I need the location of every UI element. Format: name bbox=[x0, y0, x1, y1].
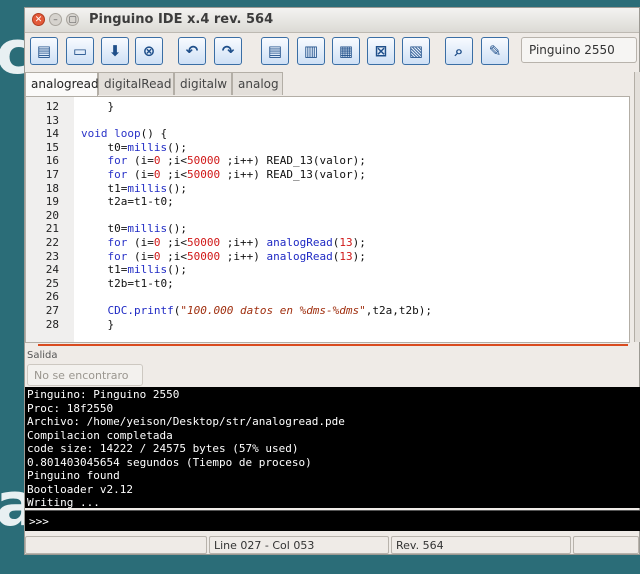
console-line: 0.801403045654 segundos (Tiempo de proce… bbox=[27, 455, 312, 469]
line-number: 28 bbox=[45, 317, 59, 331]
output-filter-combo[interactable]: No se encontraro bbox=[27, 364, 143, 386]
line-number: 15 bbox=[45, 140, 59, 154]
replace-icon[interactable]: ✎ bbox=[481, 37, 509, 65]
maximize-window-icon[interactable]: ▢ bbox=[66, 13, 79, 26]
undo-icon[interactable]: ↶ bbox=[178, 37, 206, 65]
file-tabs: analogread digitalRead digitalw analog bbox=[25, 72, 283, 97]
close-window-icon[interactable]: ✕ bbox=[32, 13, 45, 26]
ide-window: ✕ – ▢ Pinguino IDE x.4 rev. 564 ▤ ▭ ⬇ ⊗ … bbox=[24, 7, 640, 555]
code-line: for (i=0 ;i<50000 ;i++) READ_13(valor); bbox=[107, 168, 366, 181]
line-number: 24 bbox=[45, 263, 59, 277]
redo-icon[interactable]: ↷ bbox=[214, 37, 242, 65]
line-number: 23 bbox=[45, 249, 59, 263]
output-panel-title: Salida bbox=[27, 350, 58, 361]
output-console: Pinguino: Pinguino 2550 Proc: 18f2550 Ar… bbox=[25, 387, 640, 509]
console-line: Bootloader v2.12 bbox=[27, 482, 133, 496]
cut-icon[interactable]: ▤ bbox=[261, 37, 289, 65]
console-line: Pinguino found bbox=[27, 469, 120, 482]
code-line: void loop() { bbox=[81, 127, 168, 141]
code-line: t0=millis(); bbox=[81, 222, 187, 236]
status-bar: Line 027 - Col 053 Rev. 564 bbox=[25, 534, 640, 555]
code-line: t2a=t1-t0; bbox=[81, 195, 174, 209]
title-bar: ✕ – ▢ Pinguino IDE x.4 rev. 564 bbox=[25, 8, 639, 33]
code-editor[interactable]: 12 } 13 14 void loop() { 15 t0=millis(); … bbox=[25, 96, 630, 343]
console-line: Archivo: /home/yeison/Desktop/str/analog… bbox=[27, 415, 345, 428]
line-number: 17 bbox=[45, 168, 59, 181]
tab-analogread[interactable]: analogread bbox=[25, 72, 99, 97]
toolbar: ▤ ▭ ⬇ ⊗ ↶ ↷ ▤ ▥ ▦ ⊠ ▧ ⌕ ✎ Pinguino 2550 bbox=[25, 32, 639, 72]
side-panel bbox=[634, 72, 640, 342]
board-selector[interactable]: Pinguino 2550 bbox=[521, 37, 637, 63]
code-line: for (i=0 ;i<50000 ;i++) analogRead(13); bbox=[107, 236, 366, 249]
tab-digitalw[interactable]: digitalw bbox=[174, 72, 232, 95]
revision-label: Rev. 564 bbox=[391, 536, 571, 554]
line-number: 27 bbox=[45, 304, 59, 317]
code-line: } bbox=[81, 317, 115, 331]
line-number: 26 bbox=[45, 290, 59, 304]
line-number: 25 bbox=[45, 276, 59, 290]
code-line: t2b=t1-t0; bbox=[81, 276, 174, 290]
code-line: } bbox=[81, 100, 115, 113]
console-line: Pinguino: Pinguino 2550 bbox=[27, 388, 180, 401]
code-line: CDC.printf("100.000 datos en %dms-%dms",… bbox=[107, 304, 433, 317]
status-cell-empty bbox=[25, 536, 207, 554]
code-line: for (i=0 ;i<50000 ;i++) analogRead(13); bbox=[107, 249, 366, 263]
minimize-window-icon[interactable]: – bbox=[49, 13, 62, 26]
window-title: Pinguino IDE x.4 rev. 564 bbox=[89, 12, 274, 27]
tab-analog[interactable]: analog bbox=[232, 72, 283, 95]
code-line: t0=millis(); bbox=[81, 140, 187, 154]
code-line: for (i=0 ;i<50000 ;i++) READ_13(valor); bbox=[107, 154, 366, 168]
clear-icon[interactable]: ⊠ bbox=[367, 37, 395, 65]
search-icon[interactable]: ⌕ bbox=[445, 37, 473, 65]
line-number: 20 bbox=[45, 208, 59, 222]
line-number: 21 bbox=[45, 222, 59, 236]
line-number: 19 bbox=[45, 195, 59, 209]
save-icon[interactable]: ⬇ bbox=[101, 37, 129, 65]
line-number: 13 bbox=[45, 113, 59, 127]
command-prompt-input[interactable]: >>> bbox=[25, 510, 640, 531]
select-all-icon[interactable]: ▧ bbox=[402, 37, 430, 65]
line-number: 22 bbox=[45, 236, 59, 249]
line-number: 16 bbox=[45, 154, 59, 168]
copy-icon[interactable]: ▥ bbox=[297, 37, 325, 65]
code-line: t1=millis(); bbox=[81, 181, 187, 195]
open-folder-icon[interactable]: ▭ bbox=[66, 37, 94, 65]
line-number: 14 bbox=[45, 127, 59, 141]
console-line: Compilacion completada bbox=[27, 428, 173, 442]
paste-icon[interactable]: ▦ bbox=[332, 37, 360, 65]
console-line: code size: 14222 / 24575 bytes (57% used… bbox=[27, 442, 299, 455]
code-line: t1=millis(); bbox=[81, 263, 187, 277]
editor-bottom-accent bbox=[38, 344, 628, 346]
tab-digitalread[interactable]: digitalRead bbox=[98, 72, 174, 95]
console-line: Writing ... bbox=[27, 496, 100, 509]
status-cell-empty bbox=[573, 536, 639, 554]
console-line: Proc: 18f2550 bbox=[27, 401, 114, 415]
new-file-icon[interactable]: ▤ bbox=[30, 37, 58, 65]
close-file-icon[interactable]: ⊗ bbox=[135, 37, 163, 65]
line-number: 18 bbox=[45, 181, 59, 195]
line-number: 12 bbox=[45, 100, 59, 113]
cursor-position: Line 027 - Col 053 bbox=[209, 536, 389, 554]
